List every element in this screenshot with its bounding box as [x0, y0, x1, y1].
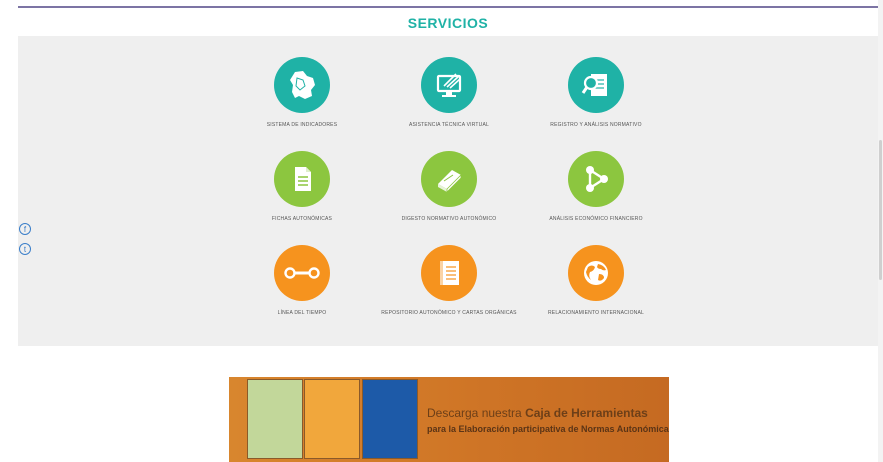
service-registro-analisis[interactable]: REGISTRO Y ANÁLISIS NORMATIVO [516, 57, 676, 128]
service-asistencia-tecnica[interactable]: ASISTENCIA TÉCNICA VIRTUAL [369, 57, 529, 128]
service-label: DIGESTO NORMATIVO AUTONÓMICO [401, 216, 497, 222]
book-icon [421, 151, 477, 207]
service-analisis-economico[interactable]: ANÁLISIS ECONÓMICO FINANCIERO [516, 151, 676, 222]
network-nodes-icon [568, 151, 624, 207]
publication-cover [304, 379, 360, 459]
service-sistema-indicadores[interactable]: SISTEMA DE INDICADORES [222, 57, 382, 128]
bolivia-map-icon [274, 57, 330, 113]
service-relacionamiento[interactable]: RELACIONAMIENTO INTERNACIONAL [516, 245, 676, 316]
monitor-pen-icon [421, 57, 477, 113]
document-icon [274, 151, 330, 207]
twitter-icon[interactable]: t [19, 243, 31, 255]
timeline-icon [274, 245, 330, 301]
service-label: ASISTENCIA TÉCNICA VIRTUAL [408, 122, 490, 128]
service-label: ANÁLISIS ECONÓMICO FINANCIERO [549, 216, 643, 222]
facebook-icon[interactable]: f [19, 223, 31, 235]
service-label: RELACIONAMIENTO INTERNACIONAL [547, 310, 644, 316]
banner-subtitle: para la Elaboración participativa de Nor… [427, 424, 669, 434]
publication-cover [247, 379, 303, 459]
service-digesto-normativo[interactable]: DIGESTO NORMATIVO AUTONÓMICO [369, 151, 529, 222]
service-label: FICHAS AUTONÓMICAS [271, 216, 333, 222]
service-repositorio[interactable]: REPOSITORIO AUTONÓMICO Y CARTAS ORGÁNICA… [369, 245, 529, 316]
service-label: LÍNEA DEL TIEMPO [277, 310, 327, 316]
scrollbar-thumb[interactable] [879, 140, 882, 280]
service-label: SISTEMA DE INDICADORES [266, 122, 338, 128]
document-magnifier-icon [568, 57, 624, 113]
page-title: SERVICIOS [407, 15, 489, 31]
service-label: REGISTRO Y ANÁLISIS NORMATIVO [550, 122, 642, 128]
publication-cover [362, 379, 418, 459]
service-linea-tiempo[interactable]: LÍNEA DEL TIEMPO [222, 245, 382, 316]
service-fichas-autonomicas[interactable]: FICHAS AUTONÓMICAS [222, 151, 382, 222]
globe-icon [568, 245, 624, 301]
toolbox-banner[interactable]: Descarga nuestra Caja de Herramientas pa… [229, 377, 669, 462]
banner-headline: Descarga nuestra Caja de Herramientas [427, 406, 648, 420]
service-label: REPOSITORIO AUTONÓMICO Y CARTAS ORGÁNICA… [381, 310, 517, 316]
repository-book-icon [421, 245, 477, 301]
